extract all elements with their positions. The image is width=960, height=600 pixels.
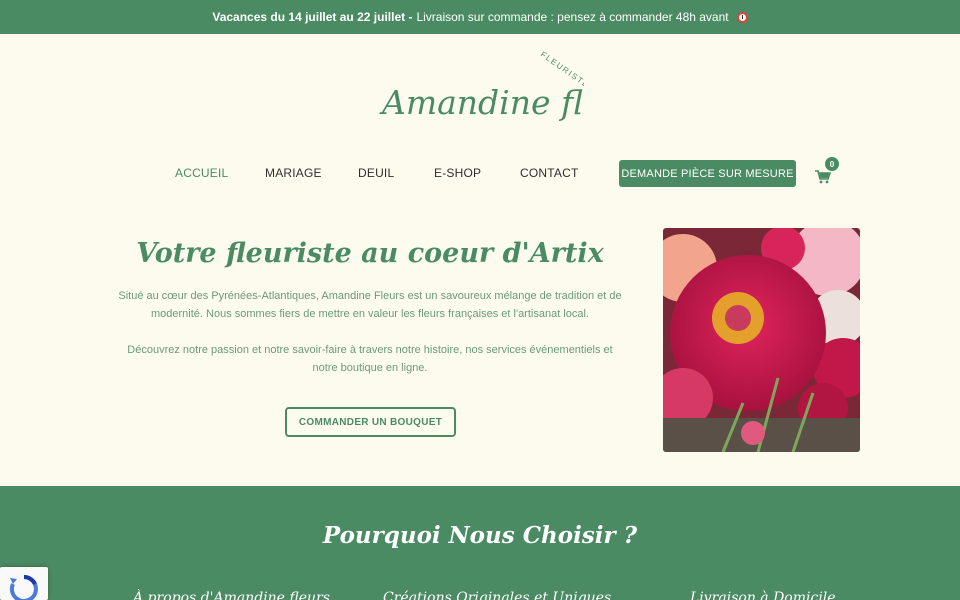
announcement-bar: Vacances du 14 juillet au 22 juillet - L…	[0, 0, 960, 34]
hero-paragraph-discover: Découvrez notre passion et notre savoir-…	[127, 344, 613, 374]
hero-title: Votre fleuriste au coeur d'Artix	[136, 238, 604, 269]
feature-home-delivery: Livraison à Domicile	[690, 590, 836, 600]
recaptcha-badge[interactable]	[0, 567, 48, 600]
cart-button[interactable]: 0	[815, 157, 841, 186]
nav-item-eshop[interactable]: E-SHOP	[434, 166, 481, 180]
nav-item-contact[interactable]: CONTACT	[520, 166, 579, 180]
nav-item-mariage[interactable]: MARIAGE	[265, 166, 322, 180]
custom-request-button[interactable]: DEMANDE PIÈCE SUR MESURE	[619, 160, 796, 187]
feature-about: À propos d'Amandine fleurs	[133, 590, 330, 600]
why-choose-us-section: Pourquoi Nous Choisir ? À propos d'Amand…	[0, 486, 960, 600]
announcement-dates: Vacances du 14 juillet au 22 juillet -	[212, 10, 413, 24]
alarm-clock-icon	[736, 11, 748, 23]
cart-icon	[815, 170, 831, 184]
cart-count-badge: 0	[825, 157, 839, 171]
recaptcha-icon	[9, 574, 38, 600]
peony-bouquet-photo	[663, 228, 860, 452]
nav-item-accueil[interactable]: ACCUEIL	[175, 166, 228, 180]
section-title: Pourquoi Nous Choisir ?	[322, 522, 638, 549]
hero-paragraph-intro: Situé au cœur des Pyrénées-Atlantiques, …	[118, 290, 622, 320]
brand-logo[interactable]: Amandine fleurs FLEURISTE	[378, 46, 657, 142]
brand-name: Amandine fleurs	[379, 83, 584, 122]
feature-original-creations: Créations Originales et Uniques	[383, 590, 612, 600]
announcement-text: Livraison sur commande : pensez à comman…	[416, 10, 729, 24]
nav-item-deuil[interactable]: DEUIL	[358, 166, 394, 180]
order-bouquet-button[interactable]: COMMANDER UN BOUQUET	[285, 407, 456, 437]
main-nav: ACCUEIL MARIAGE DEUIL E-SHOP CONTACT DEM…	[0, 157, 960, 188]
